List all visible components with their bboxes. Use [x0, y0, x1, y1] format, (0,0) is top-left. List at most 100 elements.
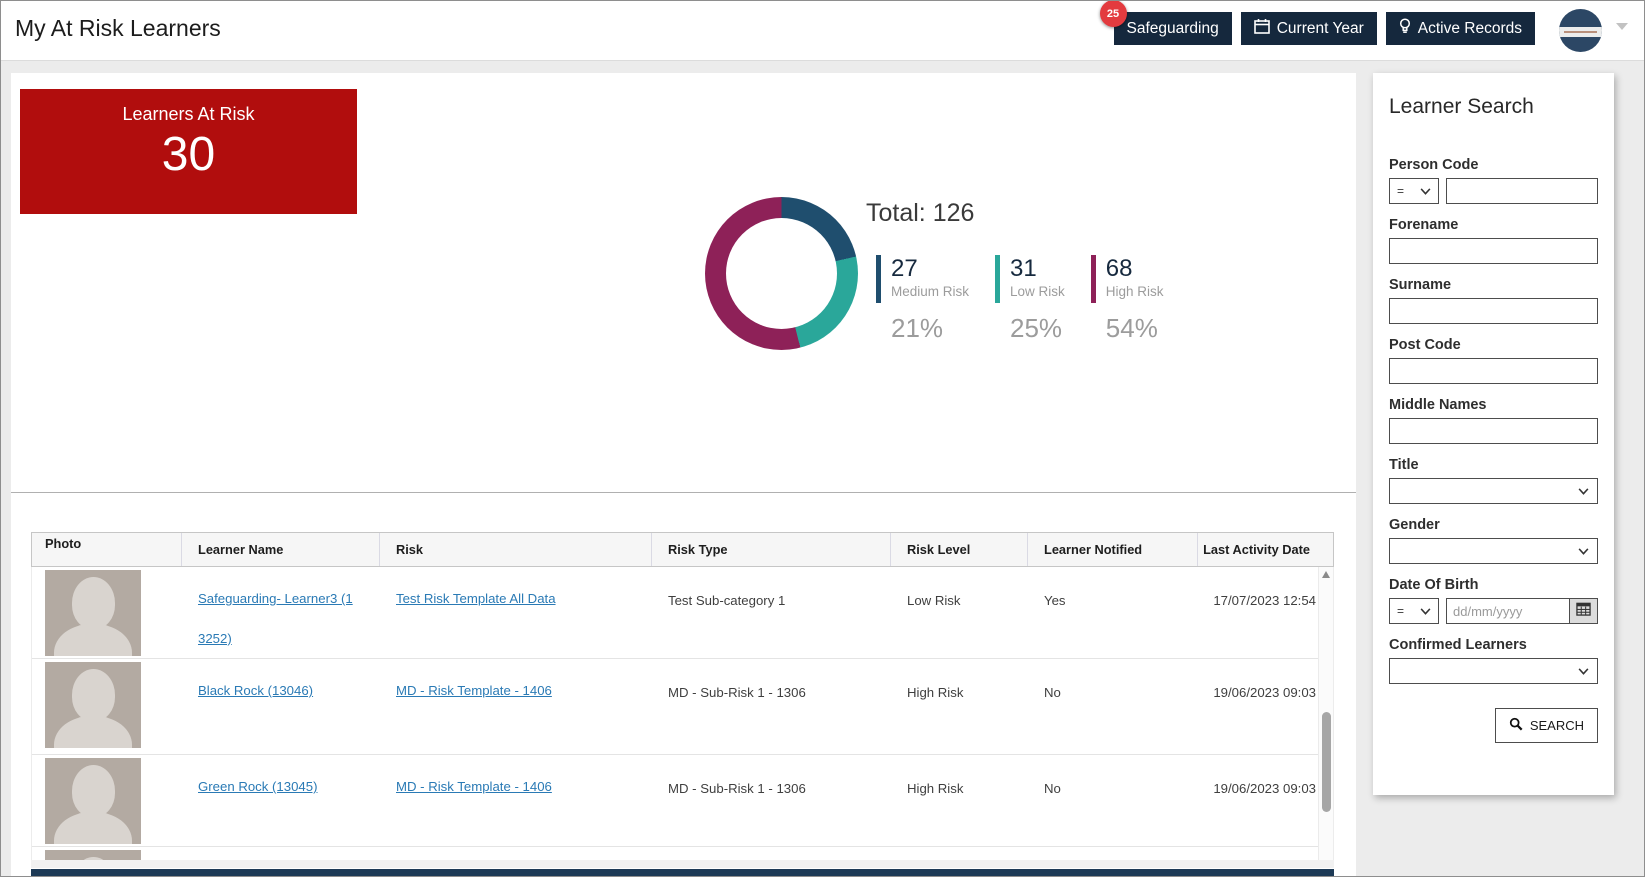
dob-input[interactable]: [1446, 598, 1569, 624]
column-header-risk-level[interactable]: Risk Level: [891, 533, 1028, 566]
page-title: My At Risk Learners: [15, 15, 221, 41]
legend-value: 27: [891, 255, 918, 282]
last-activity-cell: 19/06/2023 09:03: [1213, 781, 1316, 796]
legend-item-high-risk: 68 High Risk 54%: [1090, 255, 1164, 344]
learner-name-link[interactable]: Safeguarding- Learner3 (1 3252): [198, 591, 353, 646]
table-row[interactable]: Black Rock (13046) MD - Risk Template - …: [32, 659, 1333, 755]
vertical-scrollbar[interactable]: [1318, 567, 1333, 864]
column-header-learner-notified[interactable]: Learner Notified: [1028, 533, 1198, 566]
section-divider: [11, 492, 1356, 493]
legend-label: Low Risk: [1010, 283, 1065, 299]
legend-item-medium-risk: 27 Medium Risk 21%: [876, 255, 969, 344]
operator-value: =: [1397, 184, 1405, 198]
person-code-input[interactable]: [1446, 178, 1598, 204]
search-button[interactable]: SEARCH: [1494, 708, 1598, 743]
scrollbar-up-button[interactable]: [1321, 569, 1332, 581]
risk-level-cell: High Risk: [907, 781, 964, 796]
grid-body: Safeguarding- Learner3 (1 3252) Test Ris…: [31, 567, 1334, 864]
dob-operator-select[interactable]: =: [1389, 598, 1439, 624]
at-risk-learners-grid: Photo Learner Name Risk Risk Type Risk L…: [31, 532, 1334, 864]
learner-photo: [45, 662, 141, 748]
title-select[interactable]: [1389, 478, 1598, 504]
learner-name-link[interactable]: Green Rock (13045): [198, 779, 317, 794]
safeguarding-button[interactable]: 25 Safeguarding: [1099, 1, 1232, 45]
lightbulb-icon: [1399, 18, 1411, 39]
person-code-operator-select[interactable]: =: [1389, 178, 1439, 204]
scrollbar-thumb[interactable]: [1322, 712, 1331, 812]
middle-names-input[interactable]: [1389, 418, 1598, 444]
legend-percent: 54%: [1105, 313, 1158, 343]
column-header-risk-type[interactable]: Risk Type: [652, 533, 891, 566]
learner-notified-cell: No: [1044, 685, 1061, 700]
last-activity-cell: 19/06/2023 09:03: [1213, 685, 1316, 700]
confirmed-learners-label: Confirmed Learners: [1389, 637, 1527, 653]
risk-level-cell: High Risk: [907, 685, 964, 700]
current-year-label: Current Year: [1276, 19, 1364, 37]
search-button-label: SEARCH: [1529, 718, 1584, 733]
post-code-label: Post Code: [1389, 337, 1461, 353]
kpi-card[interactable]: Learners At Risk 30: [20, 89, 357, 214]
notification-badge: 25: [1099, 1, 1127, 27]
kpi-title: Learners At Risk: [122, 104, 255, 124]
column-header-learner-name[interactable]: Learner Name: [182, 533, 380, 566]
title-field: Title: [1389, 457, 1598, 504]
calendar-icon: [1576, 601, 1591, 621]
legend-label: Medium Risk: [891, 283, 970, 299]
avatar[interactable]: [1559, 9, 1602, 52]
grid-header: Photo Learner Name Risk Risk Type Risk L…: [31, 532, 1334, 567]
current-year-button[interactable]: Current Year: [1240, 12, 1377, 45]
confirmed-learners-select[interactable]: [1389, 658, 1598, 684]
safeguarding-label: Safeguarding: [1126, 19, 1219, 37]
legend-label: High Risk: [1105, 283, 1164, 299]
chevron-down-icon: [1420, 604, 1431, 618]
risk-type-cell: MD - Sub-Risk 1 - 1306: [668, 781, 806, 796]
donut-chart[interactable]: [705, 197, 858, 350]
middle-names-field: Middle Names: [1389, 397, 1598, 444]
learner-notified-cell: Yes: [1044, 593, 1066, 608]
learner-photo: [45, 570, 141, 656]
column-header-last-activity-date[interactable]: Last Activity Date: [1198, 533, 1320, 566]
legend-value: 31: [1010, 255, 1037, 282]
horizontal-scrollbar[interactable]: [31, 860, 1334, 868]
legend-swatch-low: [995, 255, 1001, 303]
chevron-down-icon: [1578, 662, 1589, 680]
column-header-risk[interactable]: Risk: [380, 533, 652, 566]
post-code-input[interactable]: [1389, 358, 1598, 384]
avatar-band-detail: [1564, 30, 1597, 33]
app-window: My At Risk Learners 25 Safeguarding Curr…: [0, 0, 1645, 877]
chevron-down-icon: [1578, 482, 1589, 500]
risk-link[interactable]: MD - Risk Template - 1406: [396, 683, 552, 698]
column-header-photo[interactable]: Photo: [32, 533, 182, 566]
forename-field: Forename: [1389, 217, 1598, 264]
table-row[interactable]: Safeguarding- Learner3 (1 3252) Test Ris…: [32, 567, 1333, 659]
chart-legend: 27 Medium Risk 21% 31 Low Risk 25% 68 Hi…: [876, 255, 1164, 344]
kpi-value: 30: [161, 128, 216, 181]
risk-link[interactable]: Test Risk Template All Data: [396, 591, 556, 606]
dashboard-panel: Learners At Risk 30 Total: 126 27 Medium…: [11, 73, 1356, 876]
risk-type-cell: MD - Sub-Risk 1 - 1306: [668, 685, 806, 700]
gender-select[interactable]: [1389, 538, 1598, 564]
toolbar: 25 Safeguarding Current Year Active Reco…: [1099, 1, 1535, 45]
confirmed-learners-field: Confirmed Learners: [1389, 637, 1598, 684]
surname-field: Surname: [1389, 277, 1598, 324]
risk-level-cell: Low Risk: [907, 593, 961, 608]
legend-value: 68: [1105, 255, 1133, 282]
table-row[interactable]: Green Rock (13045) MD - Risk Template - …: [32, 755, 1333, 847]
learner-search-panel: Learner Search Person Code = Forename Su…: [1373, 73, 1614, 795]
surname-input[interactable]: [1389, 298, 1598, 324]
date-of-birth-label: Date Of Birth: [1389, 577, 1479, 593]
date-picker-button[interactable]: [1569, 598, 1598, 624]
date-of-birth-field: Date Of Birth =: [1389, 577, 1598, 624]
learner-name-link[interactable]: Black Rock (13046): [198, 683, 313, 698]
chevron-down-icon[interactable]: [1616, 23, 1628, 30]
forename-input[interactable]: [1389, 238, 1598, 264]
learner-photo: [45, 758, 141, 844]
grid-bottom-bar[interactable]: [31, 869, 1334, 876]
chevron-down-icon: [1420, 184, 1431, 198]
active-records-label: Active Records: [1417, 19, 1522, 37]
risk-link[interactable]: MD - Risk Template - 1406: [396, 779, 552, 794]
middle-names-label: Middle Names: [1389, 397, 1487, 413]
active-records-button[interactable]: Active Records: [1385, 12, 1535, 45]
chart-total: Total: 126: [866, 199, 975, 227]
legend-swatch-medium: [876, 255, 881, 303]
